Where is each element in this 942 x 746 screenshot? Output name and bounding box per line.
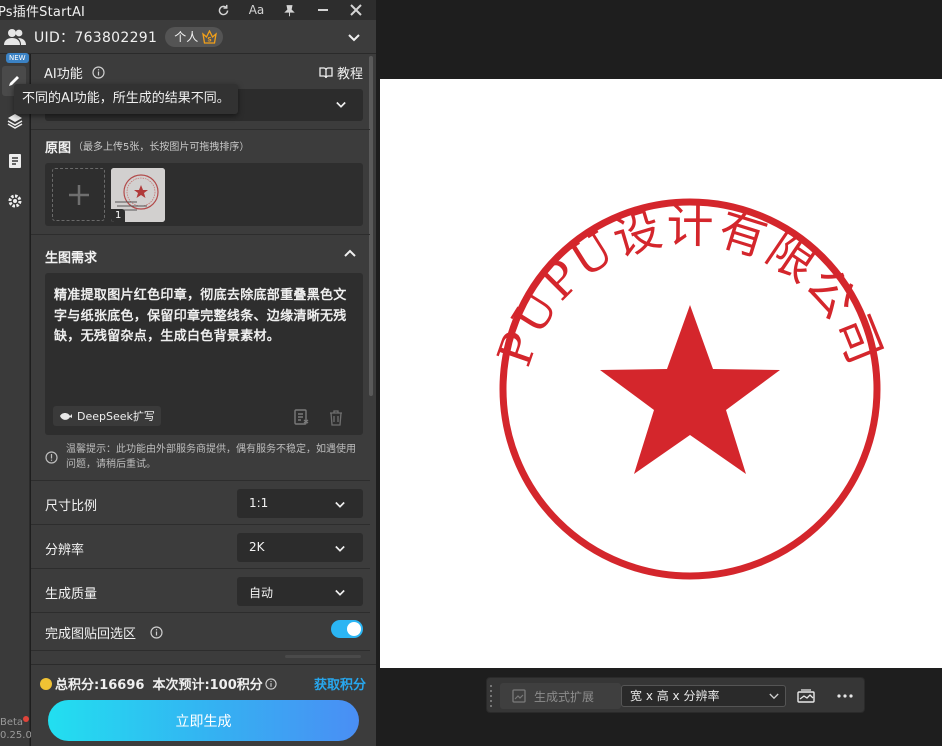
toggle-knob <box>347 622 361 636</box>
new-badge: NEW <box>6 53 29 63</box>
add-image-button[interactable] <box>52 168 105 221</box>
deepseek-label: DeepSeek扩写 <box>77 410 155 423</box>
settings-gear-icon[interactable] <box>0 186 30 216</box>
chevron-down-icon <box>335 501 345 508</box>
users-icon[interactable] <box>0 28 30 46</box>
points-estimate: 本次预计:100积分 <box>152 678 263 693</box>
pin-icon[interactable] <box>273 0 306 20</box>
quality-select[interactable]: 自动 <box>237 577 363 606</box>
resolution-select[interactable]: 2K <box>237 533 363 562</box>
image-compare-icon[interactable] <box>796 686 816 706</box>
drag-handle-icon[interactable] <box>489 683 493 709</box>
quality-value: 自动 <box>249 586 274 600</box>
generative-expand-button[interactable]: 生成式扩展 <box>500 683 621 709</box>
plan-badge[interactable]: 个人 S <box>165 26 224 47</box>
quality-label: 生成质量 <box>45 587 98 602</box>
source-thumbnail[interactable]: 1 <box>111 168 165 222</box>
service-hint: 温馨提示：此功能由外部服务商提供，偶有服务不稳定，如遇使用问题，请稍后重试。 <box>66 444 356 470</box>
side-rail <box>0 54 30 746</box>
generate-button[interactable]: 立即生成 <box>48 700 359 741</box>
info-icon[interactable] <box>150 624 163 643</box>
ai-feature-label: AI功能 <box>44 67 83 82</box>
points-info: 总积分:16696 本次预计:100积分 <box>40 674 277 693</box>
resolution-value: 2K <box>249 540 265 554</box>
crown-icon: S <box>202 29 218 44</box>
warning-info-icon <box>45 449 58 468</box>
plan-label: 个人 <box>174 30 199 44</box>
plus-icon <box>68 184 89 205</box>
chevron-down-icon <box>335 589 345 596</box>
coin-icon <box>40 677 52 690</box>
paste-back-label: 完成图贴回选区 <box>45 627 137 642</box>
svg-text:S: S <box>208 36 212 43</box>
refresh-icon[interactable] <box>207 0 240 20</box>
chevron-down-icon <box>769 693 779 700</box>
partial-row-hint <box>285 655 361 658</box>
paste-back-toggle[interactable] <box>331 620 363 638</box>
ratio-value: 1:1 <box>249 496 269 510</box>
font-size-button[interactable]: Aa <box>240 0 273 20</box>
generative-expand-label: 生成式扩展 <box>534 689 595 704</box>
beta-label: Beta <box>0 717 24 728</box>
close-icon[interactable] <box>339 0 372 20</box>
thumbnail-index: 1 <box>111 209 126 222</box>
resolution-label: 分辨率 <box>45 543 85 558</box>
plugin-titlebar: Ps插件StartAI Aa <box>0 0 376 20</box>
deepseek-expand-button[interactable]: DeepSeek扩写 <box>53 406 161 426</box>
info-icon[interactable] <box>92 64 105 83</box>
expand-image-icon <box>512 689 526 703</box>
version-info: Beta 0.25.0 <box>0 716 32 742</box>
ratio-label: 尺寸比例 <box>45 499 98 514</box>
chevron-down-icon <box>336 101 346 108</box>
chevron-up-icon[interactable] <box>344 249 356 257</box>
more-options-icon[interactable] <box>835 686 855 706</box>
minimize-icon[interactable] <box>306 0 339 20</box>
points-total: 总积分:16696 <box>55 678 145 693</box>
source-note: （最多上传5张，长按图片可拖拽排序） <box>73 142 250 153</box>
book-icon <box>319 66 333 78</box>
requirement-label: 生图需求 <box>45 251 98 266</box>
source-label: 原图 <box>45 141 72 156</box>
red-seal-image: PUPU设计有限公司 <box>490 198 890 580</box>
version-label: 0.25.0 <box>0 730 32 741</box>
info-icon[interactable] <box>265 677 277 690</box>
contextual-taskbar: 生成式扩展 宽 x 高 x 分辨率 <box>486 677 865 713</box>
prompt-library-icon[interactable] <box>293 408 311 430</box>
get-points-link[interactable]: 获取积分 <box>314 674 366 693</box>
paste-back-row: 完成图贴回选区 <box>31 613 370 651</box>
chevron-down-icon <box>335 545 345 552</box>
uid-label: UID：763802291 <box>34 29 158 46</box>
tutorial-label: 教程 <box>337 67 364 82</box>
prompt-text[interactable]: 精准提取图片红色印章，彻底去除底部重叠黑色文字与纸张底色，保留印章完整线条、边缘… <box>54 286 354 348</box>
document-canvas[interactable]: PUPU设计有限公司 <box>380 79 942 668</box>
ratio-select[interactable]: 1:1 <box>237 489 363 518</box>
update-dot <box>23 716 30 722</box>
size-select[interactable]: 宽 x 高 x 分辨率 <box>621 685 786 707</box>
generate-label: 立即生成 <box>175 713 232 730</box>
ai-feature-tooltip: 不同的AI功能，所生成的结果不同。 <box>14 84 238 114</box>
history-doc-icon[interactable] <box>0 146 30 176</box>
whale-icon <box>60 413 72 420</box>
chevron-down-icon[interactable] <box>348 27 360 46</box>
tutorial-link[interactable]: 教程 <box>319 63 363 82</box>
trash-icon[interactable] <box>329 410 343 430</box>
size-select-value: 宽 x 高 x 分辨率 <box>630 689 720 703</box>
account-bar: UID：763802291 个人 S <box>0 20 376 54</box>
plugin-title: Ps插件StartAI <box>0 4 86 20</box>
